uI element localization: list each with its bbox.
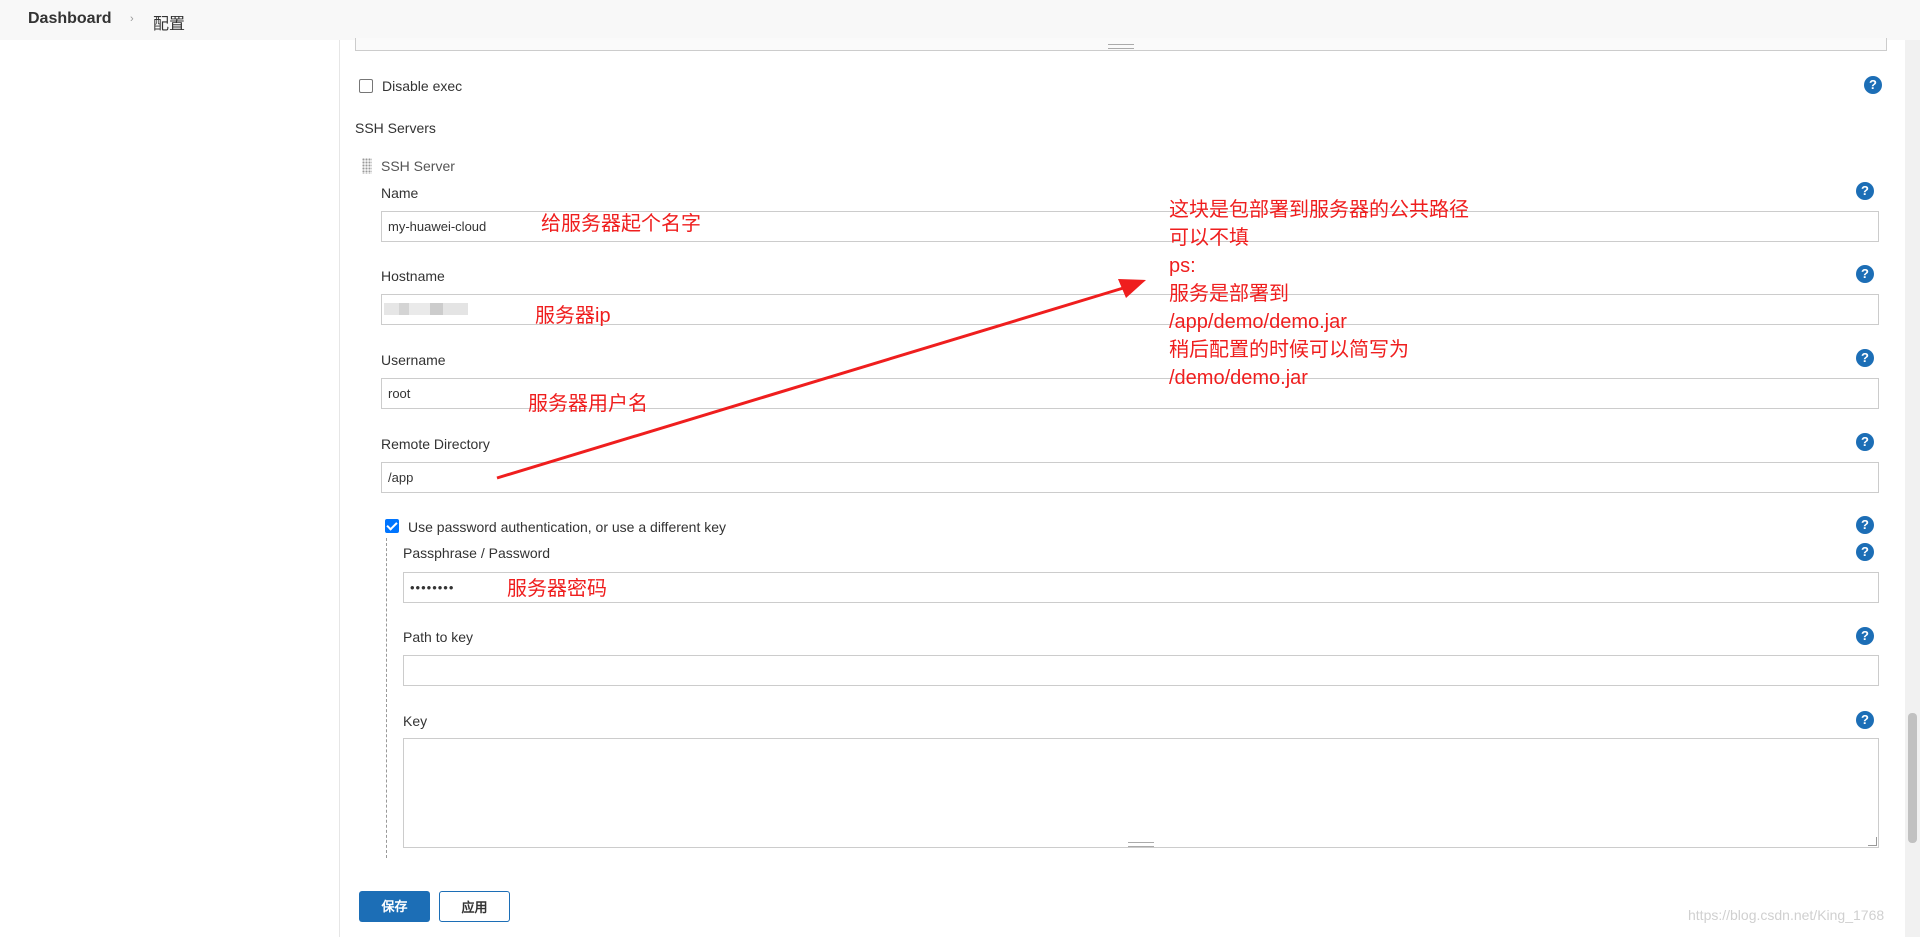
arrow-line	[496, 284, 1131, 480]
watermark: https://blog.csdn.net/King_1768	[1688, 907, 1885, 923]
page-scrollbar[interactable]	[1905, 40, 1920, 937]
annotation-arrow	[496, 279, 1146, 480]
arrow-head-icon	[1118, 279, 1146, 298]
scrollbar-thumb[interactable]	[1908, 713, 1917, 843]
